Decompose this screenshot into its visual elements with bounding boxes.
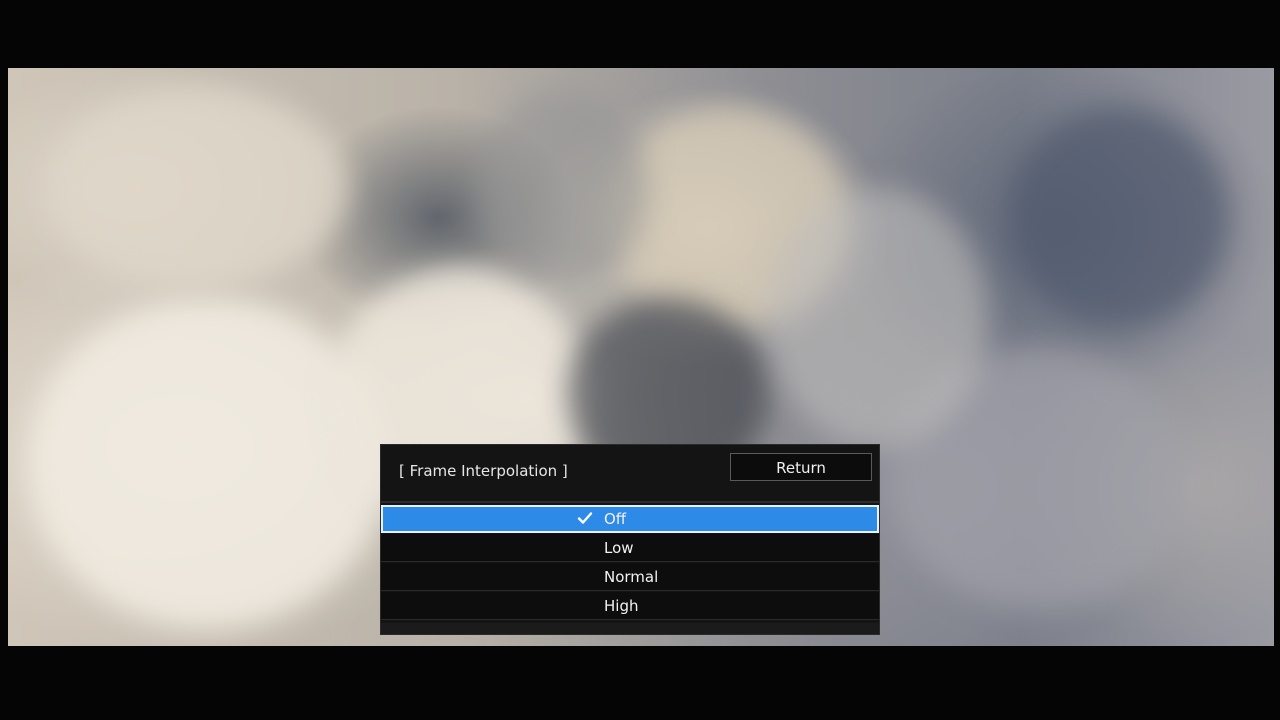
- option-label: Low: [604, 539, 634, 557]
- option-low[interactable]: Low: [381, 534, 879, 562]
- cloud-shape: [28, 298, 388, 628]
- cloud-shape: [1008, 108, 1228, 328]
- option-off[interactable]: Off: [381, 505, 879, 533]
- return-button[interactable]: Return: [730, 453, 872, 481]
- menu-divider: [381, 501, 879, 503]
- option-high[interactable]: High: [381, 592, 879, 620]
- option-normal[interactable]: Normal: [381, 563, 879, 591]
- option-label: High: [604, 597, 639, 615]
- projector-screen: [ Frame Interpolation ] Return Off Low N…: [0, 0, 1280, 720]
- option-label: Normal: [604, 568, 659, 586]
- cloud-shape: [768, 188, 988, 448]
- option-label: Off: [604, 510, 627, 528]
- frame-interpolation-menu: [ Frame Interpolation ] Return Off Low N…: [380, 444, 880, 635]
- checkmark-icon: [577, 512, 593, 524]
- menu-header: [ Frame Interpolation ] Return: [381, 445, 879, 503]
- cloud-shape: [478, 88, 648, 288]
- menu-title: [ Frame Interpolation ]: [399, 462, 568, 480]
- menu-footer: [381, 623, 879, 634]
- cloud-shape: [48, 88, 348, 288]
- option-list: Off Low Normal High: [381, 505, 879, 621]
